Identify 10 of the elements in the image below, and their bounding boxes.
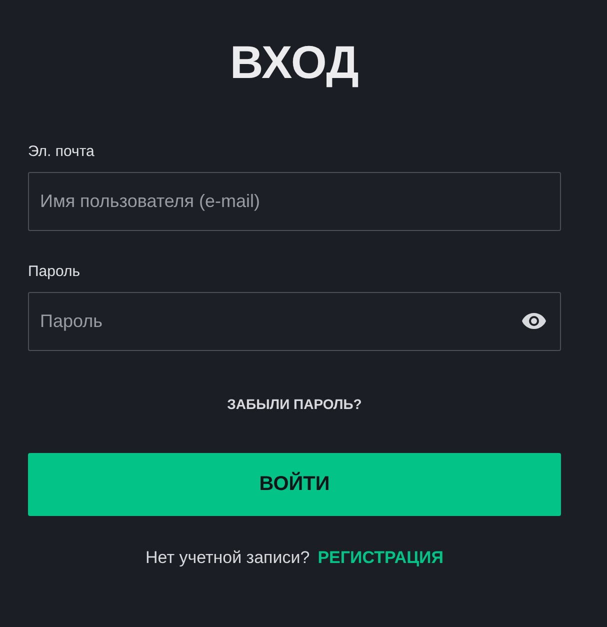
- password-field[interactable]: Пароль: [28, 292, 561, 351]
- register-link[interactable]: РЕГИСТРАЦИЯ: [318, 548, 444, 568]
- field-label: Эл. почта: [28, 143, 96, 161]
- page-title: ВХОД: [230, 36, 359, 88]
- eye-icon[interactable]: [521, 312, 547, 330]
- signup-prompt: Нет учетной записи?: [146, 548, 310, 568]
- field-label: Пароль: [28, 263, 82, 281]
- email-field[interactable]: Имя пользователя (e-mail): [28, 172, 561, 231]
- forgot-password-link[interactable]: ЗАБЫЛИ ПАРОЛЬ?: [227, 395, 362, 413]
- login-button[interactable]: ВОЙТИ: [28, 453, 561, 516]
